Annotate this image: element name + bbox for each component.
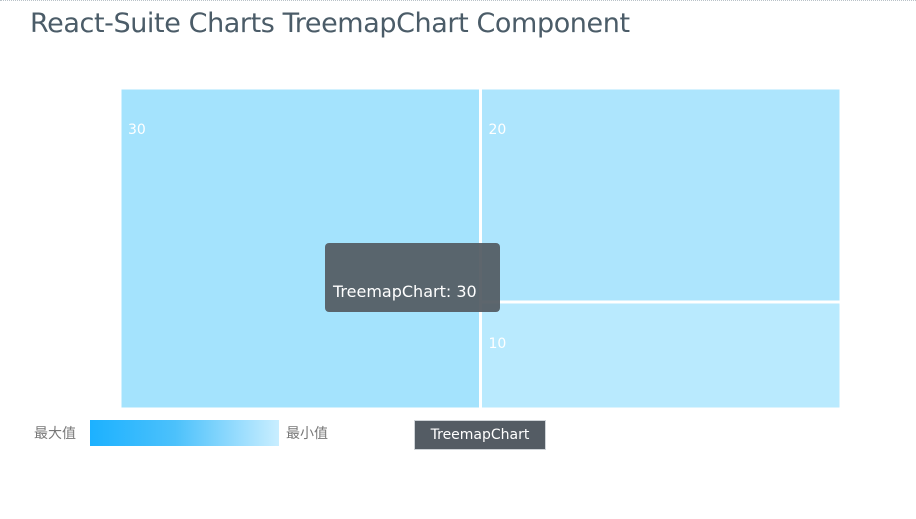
legend-item-treemapchart[interactable]: TreemapChart [414,420,546,450]
page: React-Suite Charts TreemapChart Componen… [0,0,916,519]
treemap-node-20[interactable] [481,88,841,302]
chart-tooltip: TreemapChart: 30 [325,243,500,312]
visual-map-gradient-bar[interactable] [90,420,279,446]
treemap-node-label-10: 10 [489,336,507,352]
visual-map-min-label: 最小值 [286,426,328,442]
treemap-node-10[interactable] [481,302,841,409]
visual-map-max-label: 最大值 [34,426,76,442]
treemap-node-label-30: 30 [128,122,146,138]
treemap-node-label-20: 20 [489,122,507,138]
